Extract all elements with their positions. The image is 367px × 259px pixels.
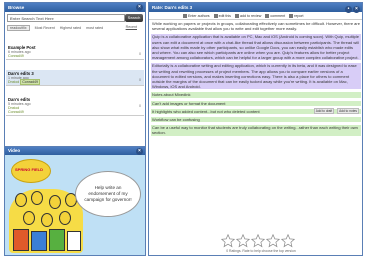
post-score: 0 xyxy=(139,104,141,108)
search-row: Search xyxy=(7,14,143,23)
report-icon xyxy=(289,14,294,19)
add-to-review-button[interactable]: add to review xyxy=(234,12,261,20)
note-highlight[interactable]: Can't add images or format the document xyxy=(151,100,361,106)
filter-highest-rated[interactable]: Highest rated xyxy=(60,26,81,30)
video-player[interactable]: SPRING FIELD Help write an endorsement o… xyxy=(5,155,145,255)
close-icon[interactable]: × xyxy=(136,4,143,11)
cartoon-crowd-image xyxy=(9,189,83,253)
rating-caption: 0 Ratings. Rate to help choose the top v… xyxy=(226,249,296,253)
video-title-bar: Video × xyxy=(5,147,145,155)
report-button[interactable]: report xyxy=(289,12,304,20)
edit-this-button[interactable]: edit this xyxy=(213,12,231,20)
star-icon[interactable] xyxy=(236,234,250,248)
post-panel-title: Rate: Dan's edits 3 xyxy=(152,5,193,10)
filter-most-recent[interactable]: Most Recent xyxy=(35,26,55,30)
search-button[interactable]: Search xyxy=(125,14,143,22)
comment-button[interactable]: comment xyxy=(265,12,285,20)
sort-filters: readoutflix Most Recent Highest rated mo… xyxy=(7,25,143,32)
paragraph: While working on papers or projects in g… xyxy=(152,21,360,32)
post-tag: Conrad49 xyxy=(20,79,40,85)
paragraph-highlight[interactable]: Quip is a collaborative application that… xyxy=(151,34,361,61)
post-score: 0 xyxy=(139,78,141,82)
video-panel: Video × SPRING FIELD Help write an endor… xyxy=(4,146,146,256)
browse-title: Browse xyxy=(8,5,25,10)
post-user: Conrad49 xyxy=(8,54,24,58)
video-title: Video xyxy=(8,148,21,153)
enter-authors-button[interactable]: Enter authors xyxy=(183,12,210,20)
comment-icon xyxy=(265,14,270,19)
add-to-notes-button[interactable]: Add to notes xyxy=(337,107,359,114)
note-highlight[interactable]: Workflow can be confusing xyxy=(151,117,361,123)
recent-link[interactable]: Recent xyxy=(126,25,137,29)
star-icon[interactable] xyxy=(266,234,280,248)
add-to-draft-button[interactable]: Add to draft xyxy=(313,107,335,114)
authors-icon xyxy=(183,14,187,19)
close-icon[interactable]: × xyxy=(136,148,143,155)
post-user-2: Conrad49 xyxy=(8,110,24,114)
note-highlight[interactable]: It highlights who added content...but no… xyxy=(151,107,361,115)
post-content: While working on papers or projects in g… xyxy=(151,21,361,139)
browse-title-bar: Browse × xyxy=(5,3,145,12)
star-icon[interactable] xyxy=(251,234,265,248)
post-user: Dnxiod Conrad49 xyxy=(8,79,40,85)
filter-readoutflix[interactable]: readoutflix xyxy=(7,25,30,31)
note-highlight[interactable]: Can be a useful way to monitor that stud… xyxy=(151,125,361,136)
star-icon[interactable] xyxy=(221,234,235,248)
speech-bubble: Help write an endorsement of my campaign… xyxy=(75,171,141,217)
filter-most-rated[interactable]: most rated xyxy=(86,26,103,30)
list-item[interactable]: Dan's edits 3 1 minute ago Dnxiod Conrad… xyxy=(6,70,144,86)
edit-icon xyxy=(213,14,218,19)
post-score: 0 xyxy=(139,52,141,56)
search-input[interactable] xyxy=(7,14,125,22)
list-item[interactable]: Dan's edits 5 minutes ago Dnxiod Conrad4… xyxy=(6,96,144,116)
post-title-bar: Rate: Dan's edits 3 • × xyxy=(149,3,362,13)
star-icon[interactable] xyxy=(281,234,295,248)
note-highlight[interactable]: Notes about Mixedink xyxy=(151,92,361,98)
add-buttons: Add to draft Add to notes xyxy=(312,107,359,114)
review-icon xyxy=(234,14,239,19)
star-rating[interactable] xyxy=(221,234,301,248)
logo-text: SPRING FIELD xyxy=(15,167,44,172)
post-panel: Rate: Dan's edits 3 • × Enter authors edi… xyxy=(148,2,363,256)
post-toolbar: Enter authors edit this add to review co… xyxy=(149,12,362,20)
list-item[interactable]: Example Post 6 minutes ago Conrad49 0 xyxy=(6,44,144,60)
paragraph-highlight[interactable]: Editorially is a collaborative writing a… xyxy=(151,63,361,90)
